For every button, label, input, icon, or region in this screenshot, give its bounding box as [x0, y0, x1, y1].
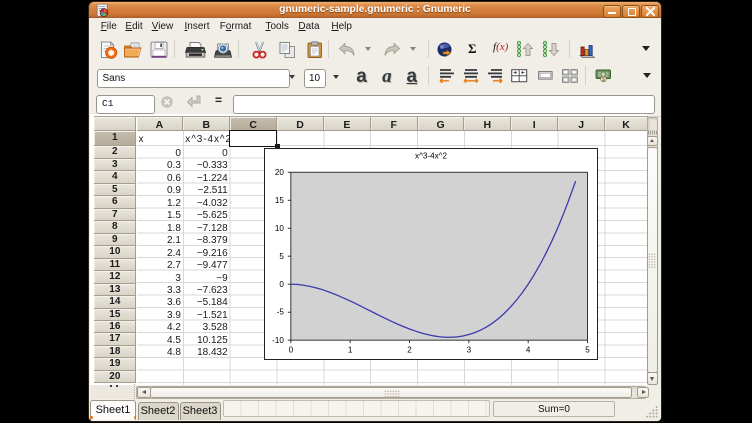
svg-text:0: 0 — [288, 345, 293, 354]
svg-text:20: 20 — [274, 167, 284, 176]
svg-text:0: 0 — [279, 279, 284, 288]
svg-text:3: 3 — [466, 345, 471, 354]
svg-text:-10: -10 — [272, 335, 284, 344]
svg-text:-5: -5 — [276, 307, 284, 316]
svg-text:5: 5 — [585, 345, 590, 354]
svg-text:10: 10 — [274, 223, 284, 232]
svg-text:4: 4 — [525, 345, 530, 354]
svg-text:1: 1 — [347, 345, 352, 354]
svg-text:15: 15 — [274, 195, 284, 204]
svg-text:2: 2 — [407, 345, 412, 354]
svg-text:5: 5 — [279, 251, 284, 260]
svg-text:$: $ — [602, 77, 605, 83]
svg-text:x^3-4x^2: x^3-4x^2 — [415, 151, 447, 160]
